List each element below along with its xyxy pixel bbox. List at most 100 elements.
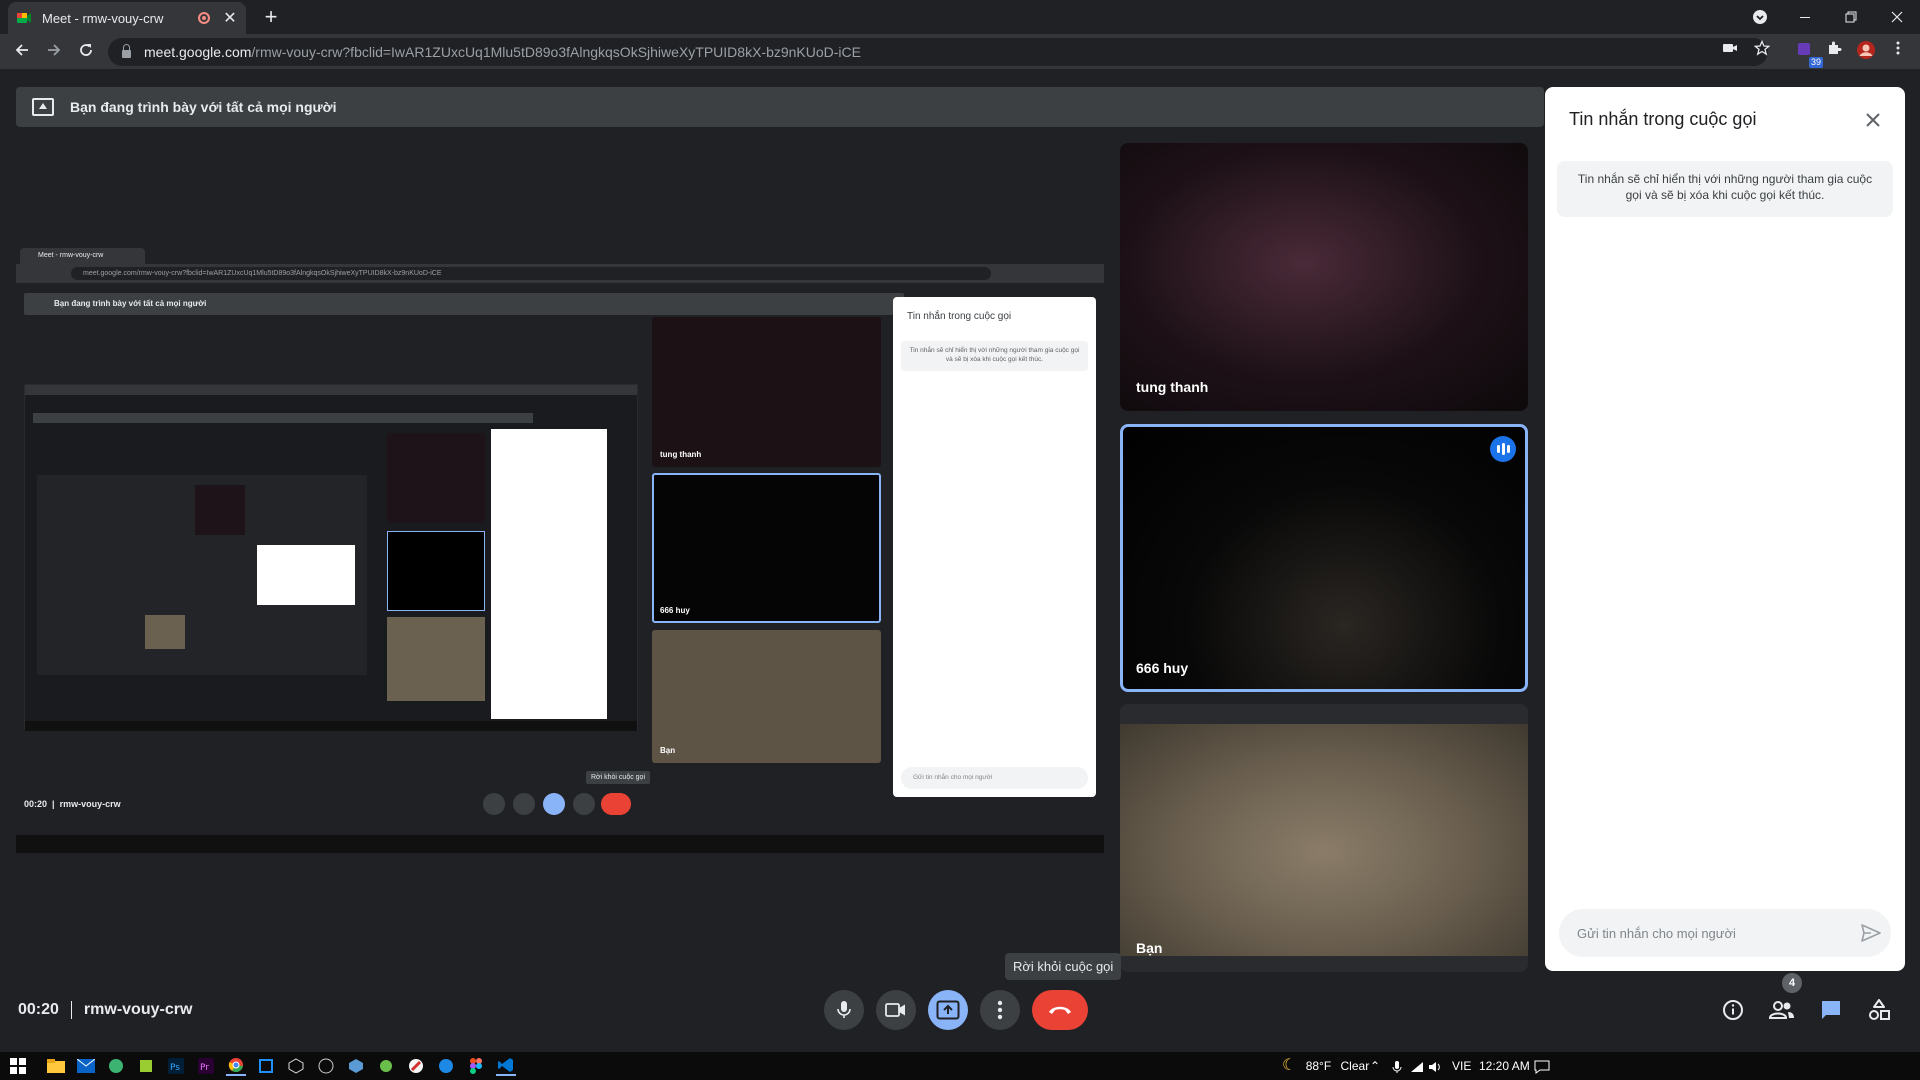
mail-icon[interactable] — [76, 1056, 96, 1076]
presentation-url: meet.google.com/rmw-vouy-crw?fbclid=IwAR… — [71, 267, 991, 280]
system-clock[interactable]: 12:20 AM — [1479, 1052, 1530, 1080]
chat-info-note: Tin nhắn sẽ chỉ hiển thị với những người… — [1557, 161, 1893, 217]
browser-tab-bar: Meet - rmw-vouy-crw ✕ + — [0, 0, 1920, 34]
leave-call-tooltip: Rời khỏi cuộc gọi — [1005, 953, 1122, 980]
app-icon-lime[interactable] — [136, 1056, 156, 1076]
chrome-icon[interactable] — [226, 1056, 246, 1076]
recording-indicator-icon — [198, 12, 210, 24]
url-text: meet.google.com/rmw-vouy-crw?fbclid=IwAR… — [144, 44, 861, 60]
tab-search-button[interactable] — [1737, 0, 1783, 34]
chat-title: Tin nhắn trong cuộc gọi — [1569, 109, 1757, 129]
more-vert-icon — [997, 1000, 1003, 1020]
app-icon-green[interactable] — [106, 1056, 126, 1076]
tray-microphone-icon[interactable] — [1392, 1052, 1402, 1080]
tray-network-icon[interactable] — [1410, 1052, 1424, 1080]
minimize-icon — [1800, 17, 1810, 18]
app-icon-blue[interactable] — [346, 1056, 366, 1076]
figma-icon[interactable] — [466, 1056, 486, 1076]
presentation-tab-bar: Meet - rmw-vouy-crw — [16, 247, 1104, 264]
send-icon — [1861, 924, 1881, 942]
presentation-participant-tile: tung thanh — [652, 317, 881, 467]
close-icon — [1866, 113, 1880, 127]
info-icon — [1723, 1000, 1743, 1020]
presenting-banner-text: Bạn đang trình bày với tất cả mọi người — [70, 99, 337, 115]
svg-text:Ps: Ps — [170, 1063, 180, 1073]
close-window-button[interactable] — [1874, 0, 1920, 34]
participants-button[interactable] — [1766, 994, 1798, 1026]
participant-tile-666-huy[interactable]: 666 huy — [1120, 424, 1528, 692]
reload-button[interactable] — [74, 40, 98, 64]
meet-control-bar: 00:20 rmw-vouy-crw Rời khỏi cuộc gọi 4 — [0, 953, 1920, 1052]
leave-call-button[interactable] — [1032, 990, 1088, 1030]
close-icon — [1891, 11, 1903, 23]
meeting-details-button[interactable] — [1717, 994, 1749, 1026]
present-to-all-icon — [936, 1000, 960, 1020]
chat-button[interactable] — [1815, 994, 1847, 1026]
speaking-indicator-icon — [1490, 436, 1516, 462]
present-screen-icon — [32, 98, 54, 116]
participant-count-badge: 4 — [1782, 973, 1802, 993]
send-message-button[interactable] — [1851, 913, 1891, 953]
windows-taskbar: Ps Pr ☾ 88°F Clear ⌃ VIE 12:20 AM — [0, 1052, 1920, 1080]
new-tab-button[interactable]: + — [258, 4, 284, 30]
extensions-puzzle-icon[interactable] — [1822, 40, 1846, 64]
temperature: 88°F — [1305, 1059, 1332, 1073]
app-icon-edge[interactable] — [436, 1056, 456, 1076]
extension-icon[interactable]: 39 — [1793, 40, 1823, 68]
profile-avatar[interactable] — [1854, 40, 1878, 64]
close-tab-icon[interactable]: ✕ — [222, 8, 238, 28]
presentation-chat-panel: Tin nhắn trong cuộc gọi Tin nhắn sẽ chỉ … — [893, 297, 1096, 797]
participant-name: tung thanh — [1136, 379, 1209, 395]
restore-button[interactable] — [1828, 0, 1874, 34]
notification-center-icon[interactable] — [1534, 1052, 1550, 1080]
arrow-forward-icon — [48, 44, 61, 56]
start-button[interactable] — [8, 1056, 28, 1076]
camera-in-use-icon[interactable] — [1718, 40, 1742, 64]
meeting-code: rmw-vouy-crw — [83, 1001, 193, 1018]
participant-tile-self[interactable]: Bạn — [1120, 704, 1528, 972]
address-bar[interactable]: meet.google.com/rmw-vouy-crw?fbclid=IwAR… — [108, 38, 1768, 66]
close-chat-button[interactable] — [1855, 103, 1891, 139]
app-icon-cube[interactable] — [286, 1056, 306, 1076]
bookmark-star-icon[interactable] — [1750, 39, 1774, 64]
svg-text:Pr: Pr — [200, 1063, 209, 1073]
app-icon-leaf[interactable] — [376, 1056, 396, 1076]
input-language[interactable]: VIE — [1452, 1052, 1471, 1080]
tray-volume-icon[interactable] — [1428, 1052, 1442, 1080]
participant-name: 666 huy — [1136, 660, 1189, 676]
photoshop-icon[interactable]: Ps — [166, 1056, 186, 1076]
presentation-controls: 00:20 | rmw-vouy-crw — [16, 785, 1104, 825]
browser-toolbar: meet.google.com/rmw-vouy-crw?fbclid=IwAR… — [0, 34, 1920, 70]
present-now-button[interactable] — [928, 990, 968, 1030]
back-button[interactable] — [10, 40, 34, 64]
weather-widget[interactable]: ☾ 88°F Clear — [1282, 1052, 1369, 1080]
moon-icon: ☾ — [1282, 1057, 1297, 1074]
tab-title: Meet - rmw-vouy-crw — [42, 10, 164, 26]
presentation-tooltip: Rời khỏi cuộc gọi — [586, 771, 651, 784]
forward-button[interactable] — [42, 40, 66, 64]
activities-button[interactable] — [1863, 994, 1895, 1026]
presentation-banner: Bạn đang trình bày với tất cả mọi người — [24, 293, 904, 315]
chat-message-input[interactable] — [1577, 925, 1851, 941]
app-icon-steam[interactable] — [316, 1056, 336, 1076]
browser-tab[interactable]: Meet - rmw-vouy-crw ✕ — [8, 2, 246, 34]
extension-badge: 39 — [1808, 57, 1823, 68]
more-options-button[interactable] — [980, 990, 1020, 1030]
presentation-tile: Meet - rmw-vouy-crw meet.google.com/rmw-… — [16, 247, 1104, 861]
app-icon-orange[interactable] — [256, 1056, 276, 1076]
microphone-button[interactable] — [824, 990, 864, 1030]
participant-tile-tung-thanh[interactable]: tung thanh — [1120, 143, 1528, 411]
reload-icon — [80, 44, 92, 56]
vscode-icon[interactable] — [496, 1056, 516, 1076]
self-video — [1120, 724, 1528, 956]
camera-button[interactable] — [876, 990, 916, 1030]
browser-menu-icon[interactable] — [1886, 40, 1910, 64]
file-explorer-icon[interactable] — [46, 1056, 66, 1076]
minimize-button[interactable] — [1782, 0, 1828, 34]
tray-chevron-up-icon[interactable]: ⌃ — [1370, 1052, 1380, 1080]
presentation-toolbar: meet.google.com/rmw-vouy-crw?fbclid=IwAR… — [16, 264, 1104, 283]
presentation-participant-tile: 666 huy — [652, 473, 881, 623]
arrow-back-icon — [15, 44, 28, 56]
premiere-icon[interactable]: Pr — [196, 1056, 216, 1076]
app-icon-red[interactable] — [406, 1056, 426, 1076]
